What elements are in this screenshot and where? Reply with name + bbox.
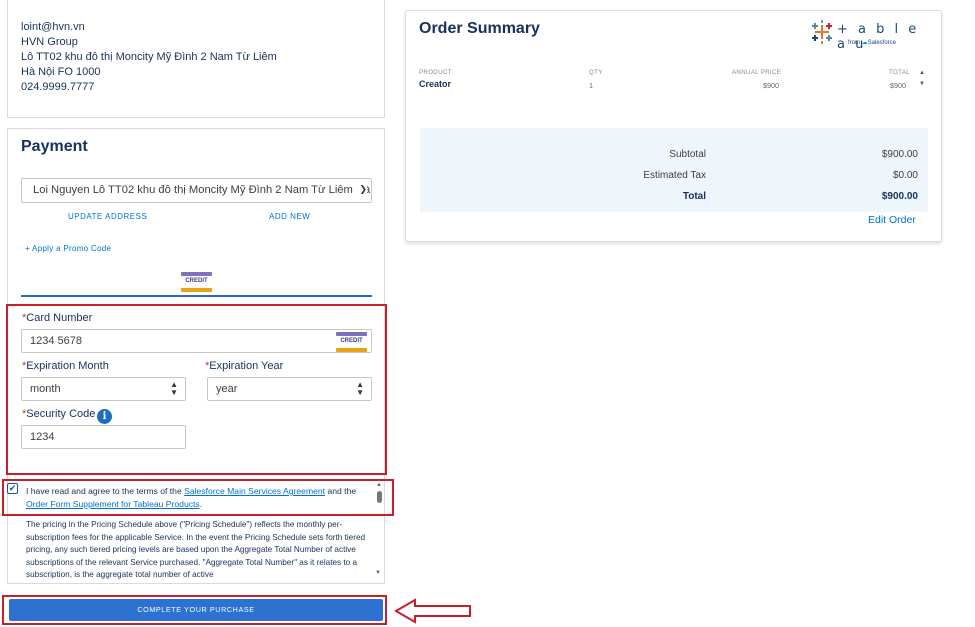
city-line: Hà Nội FO 1000 [21,66,101,78]
terms-prefix: I have read and agree to the terms of th… [26,486,185,496]
totals-box: Subtotal $900.00 Estimated Tax $0.00 Tot… [420,128,928,212]
scroll-down-icon[interactable]: ▼ [375,570,381,576]
add-new-address-link[interactable]: ADD NEW [269,212,310,221]
billing-address-value: Loi Nguyen Lô TT02 khu đô thị Moncity Mỹ… [33,184,372,196]
col-header-qty: QTY [589,69,603,76]
email-line: loint@hvn.vn [21,21,85,33]
complete-purchase-button[interactable]: COMPLETE YOUR PURCHASE [9,599,383,621]
agree-terms-checkbox[interactable]: ✔ [7,483,18,494]
order-summary-title: Order Summary [419,20,540,37]
estimated-tax-value: $0.00 [892,170,918,181]
street-line: Lô TT02 khu đô thị Moncity Mỹ Đình 2 Nam… [21,51,277,63]
tableau-wordmark: + a b l e a u [837,22,920,52]
col-header-total: TOTAL [889,69,910,76]
estimated-tax-label: Estimated Tax [643,170,706,181]
payment-title: Payment [21,138,88,155]
tableau-logo: + a b l e a u from ☁Salesforce [810,20,920,52]
terms-suffix: . [199,499,203,509]
subtotal-value: $900.00 [881,149,918,160]
salesforce-text: Salesforce [867,40,897,46]
order-summary-panel: Order Summary + a b l e a u from ☁Salesf… [405,10,942,242]
annotation-arrow-icon [394,598,471,624]
scroll-up-icon[interactable]: ▲ [376,482,382,488]
col-header-product: PRODUCT [419,69,452,76]
card-fields-highlight [6,304,387,475]
main-services-agreement-link[interactable]: Salesforce Main Services Agreement [184,486,325,496]
terms-middle: and the [325,486,357,496]
credit-tab-label: CREDIT [185,278,208,284]
order-form-supplement-link[interactable]: Order Form Supplement for Tableau Produc… [26,499,200,509]
col-header-annual-price: ANNUAL PRICE [732,69,782,76]
product-total: $900 [890,81,906,90]
billing-address-select[interactable]: Loi Nguyen Lô TT02 khu đô thị Moncity Mỹ… [21,178,372,203]
product-qty: 1 [589,81,593,90]
address-panel: loint@hvn.vn HVN Group Lô TT02 khu đô th… [7,0,385,118]
apply-promo-code-link[interactable]: + Apply a Promo Code [25,244,111,253]
credit-card-tab[interactable]: CREDIT [181,272,212,292]
total-label: Total [682,191,706,202]
chevron-down-icon: ❯ [356,184,367,195]
badge-stripe-bottom [181,288,212,292]
subtotal-label: Subtotal [669,149,706,160]
product-annual-price: $900 [763,81,779,90]
terms-agreement-text: I have read and agree to the terms of th… [26,485,374,511]
edit-order-link[interactable]: Edit Order [868,214,916,226]
terms-scrollbar-thumb[interactable] [377,491,382,503]
from-text: from [848,40,860,46]
active-tab-underline [21,295,372,297]
product-name: Creator [419,79,452,89]
update-address-link[interactable]: UPDATE ADDRESS [68,212,147,221]
pricing-schedule-text: The pricing in the Pricing Schedule abov… [26,520,366,580]
total-value: $900.00 [881,191,918,202]
company-line: HVN Group [21,36,78,48]
from-salesforce: from ☁Salesforce [848,39,896,46]
badge-stripe-top [181,272,212,276]
collapse-toggle-icon[interactable]: ▲ ▼ [919,68,925,90]
phone-line: 024.9999.7777 [21,81,95,93]
tableau-cross-icon [812,20,832,44]
